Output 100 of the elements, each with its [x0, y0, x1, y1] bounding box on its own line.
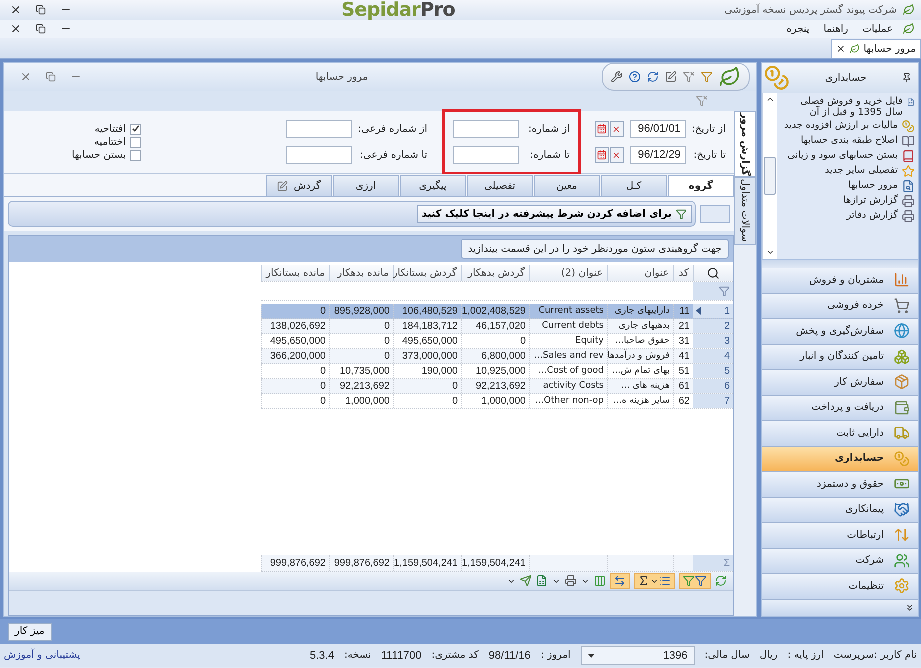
- tab[interactable]: تفصیلی: [467, 175, 533, 196]
- checkbox[interactable]: [130, 150, 142, 160]
- tab[interactable]: معین: [534, 175, 600, 196]
- scrollbar[interactable]: [762, 93, 777, 259]
- tab[interactable]: گروه: [668, 175, 734, 196]
- close-icon[interactable]: [10, 4, 22, 16]
- funnel-icon[interactable]: [701, 71, 713, 83]
- sub-number-field[interactable]: [286, 146, 352, 164]
- column-header[interactable]: کد: [673, 265, 693, 281]
- checkbox[interactable]: [130, 124, 142, 134]
- sidebar-item[interactable]: اصلاح طبقه بندی حسابها: [801, 135, 898, 146]
- module-button[interactable]: پیمانکاری: [762, 498, 918, 523]
- module-button[interactable]: مشتریان و فروش: [762, 268, 918, 294]
- printer-icon[interactable]: [565, 575, 577, 587]
- refresh-icon[interactable]: [715, 575, 727, 587]
- funnel-icon: [695, 575, 707, 587]
- clear-button[interactable]: [610, 147, 624, 163]
- column-header[interactable]: مانده بستانکار: [261, 265, 329, 281]
- scrollbar-thumb[interactable]: [764, 157, 776, 195]
- scroll-down-icon: [766, 248, 774, 257]
- advanced-filter-button[interactable]: برای اضافه کردن شرط پیشرفته در اینجا کلیک کنید: [416, 205, 692, 223]
- menu-item[interactable]: راهنما: [820, 24, 852, 34]
- wrench-icon[interactable]: [611, 71, 623, 83]
- sidebar-item[interactable]: گزارش دفاتر: [846, 210, 898, 221]
- currency-label: ارز پایه :: [788, 650, 824, 661]
- module-button[interactable]: شرکت: [762, 548, 918, 574]
- sidebar-item[interactable]: تفصیلی سایر جدید: [825, 165, 898, 176]
- checkbox[interactable]: [130, 136, 142, 148]
- tab[interactable]: گردش: [266, 175, 332, 196]
- table-cell: 62: [673, 394, 693, 408]
- refresh-icon[interactable]: [647, 71, 659, 83]
- arrows-icon: [894, 527, 910, 544]
- module-button[interactable]: دارایی ثابت: [762, 421, 918, 446]
- row-number: 4: [724, 350, 730, 362]
- sum-button[interactable]: [634, 573, 675, 589]
- desktop-button[interactable]: میز کار: [8, 622, 52, 640]
- tab[interactable]: کـل: [601, 175, 667, 196]
- table-cell: 1,002,408,529: [461, 304, 529, 318]
- calendar-button[interactable]: [594, 147, 609, 163]
- total-cell: 1,159,504,241: [393, 555, 461, 571]
- today-value: 98/11/16: [488, 650, 531, 662]
- module-button[interactable]: سفارش‌گیری و پخش: [762, 319, 918, 344]
- restore-icon[interactable]: [36, 24, 46, 34]
- module-button[interactable]: حقوق و دستمزد: [762, 472, 918, 498]
- tab[interactable]: ارزی: [333, 175, 399, 196]
- module-button[interactable]: حسابداری: [762, 446, 918, 472]
- pin-icon[interactable]: [902, 73, 912, 83]
- search-header[interactable]: [693, 265, 733, 281]
- support-link[interactable]: پشتیبانی و آموزش: [4, 650, 80, 661]
- module-button[interactable]: دریافت و پرداخت: [762, 396, 918, 421]
- search-icon[interactable]: [707, 266, 720, 280]
- excel-icon[interactable]: [536, 575, 548, 587]
- calendar-button[interactable]: [594, 121, 609, 137]
- sidebar-item[interactable]: بستن حسابهای سود و زیانی: [788, 150, 898, 161]
- sidebar-item[interactable]: گزارش ترازها: [843, 195, 898, 206]
- number-field[interactable]: [452, 146, 518, 164]
- edit-icon[interactable]: [665, 71, 677, 83]
- funnel-icon[interactable]: [683, 71, 695, 83]
- logo: SepidarPro: [341, 0, 456, 21]
- sub-number-field[interactable]: [286, 120, 352, 138]
- help-icon[interactable]: [629, 71, 641, 83]
- sidebar-item[interactable]: فایل خرید و فروش فصلی سال 1395 و قبل از آن: [780, 96, 903, 118]
- filter-button[interactable]: [679, 573, 711, 589]
- clear-button[interactable]: [610, 121, 624, 137]
- window-title: مرور حسابها: [316, 72, 368, 82]
- sum-symbol: Σ: [724, 558, 730, 568]
- close-icon[interactable]: [836, 44, 846, 54]
- side-tab[interactable]: گزارش مرور: [734, 111, 756, 177]
- column-header[interactable]: گردش بدهکار: [461, 265, 529, 281]
- chevron-icon[interactable]: [905, 603, 915, 613]
- tab[interactable]: پیگیری: [400, 175, 466, 196]
- module-button[interactable]: تامین کنندگان و انبار: [762, 344, 918, 370]
- menu-item[interactable]: پنجره: [782, 24, 814, 34]
- restore-icon[interactable]: [36, 5, 46, 15]
- column-header[interactable]: گردش بستانکار: [393, 265, 461, 281]
- number-field[interactable]: [452, 120, 518, 138]
- table-cell: 46,157,020: [461, 319, 529, 333]
- fit-button[interactable]: [610, 573, 630, 589]
- date-field[interactable]: 96/01/01: [630, 120, 686, 138]
- user-label: نام کاربر :سرپرست: [834, 650, 917, 661]
- menu-item[interactable]: عملیات: [858, 24, 897, 34]
- document-tab[interactable]: مرور حسابها: [830, 39, 921, 58]
- module-button[interactable]: سفارش کار: [762, 370, 918, 396]
- sidebar-item[interactable]: مرور حسابها: [848, 180, 898, 191]
- row-number: 1: [724, 306, 730, 316]
- side-tab[interactable]: سوالات متداول: [734, 177, 756, 245]
- date-field[interactable]: 96/12/29: [630, 146, 686, 164]
- column-header[interactable]: عنوان: [607, 265, 673, 281]
- sidebar-item[interactable]: مالیات بر ارزش افزوده جدید: [784, 120, 898, 131]
- column-header[interactable]: عنوان (2): [529, 265, 607, 281]
- module-button[interactable]: ارتباطات: [762, 523, 918, 548]
- columns-icon[interactable]: [594, 575, 606, 587]
- column-header[interactable]: مانده بدهکار: [329, 265, 393, 281]
- module-button[interactable]: تنظیمات: [762, 574, 918, 600]
- checkbox-label: اختتامیه: [94, 136, 126, 148]
- send-icon[interactable]: [520, 575, 532, 587]
- close-icon[interactable]: [10, 23, 22, 35]
- file-search-icon: [902, 180, 915, 193]
- module-button[interactable]: خرده فروشی: [762, 294, 918, 319]
- year-select[interactable]: 1396: [580, 646, 695, 665]
